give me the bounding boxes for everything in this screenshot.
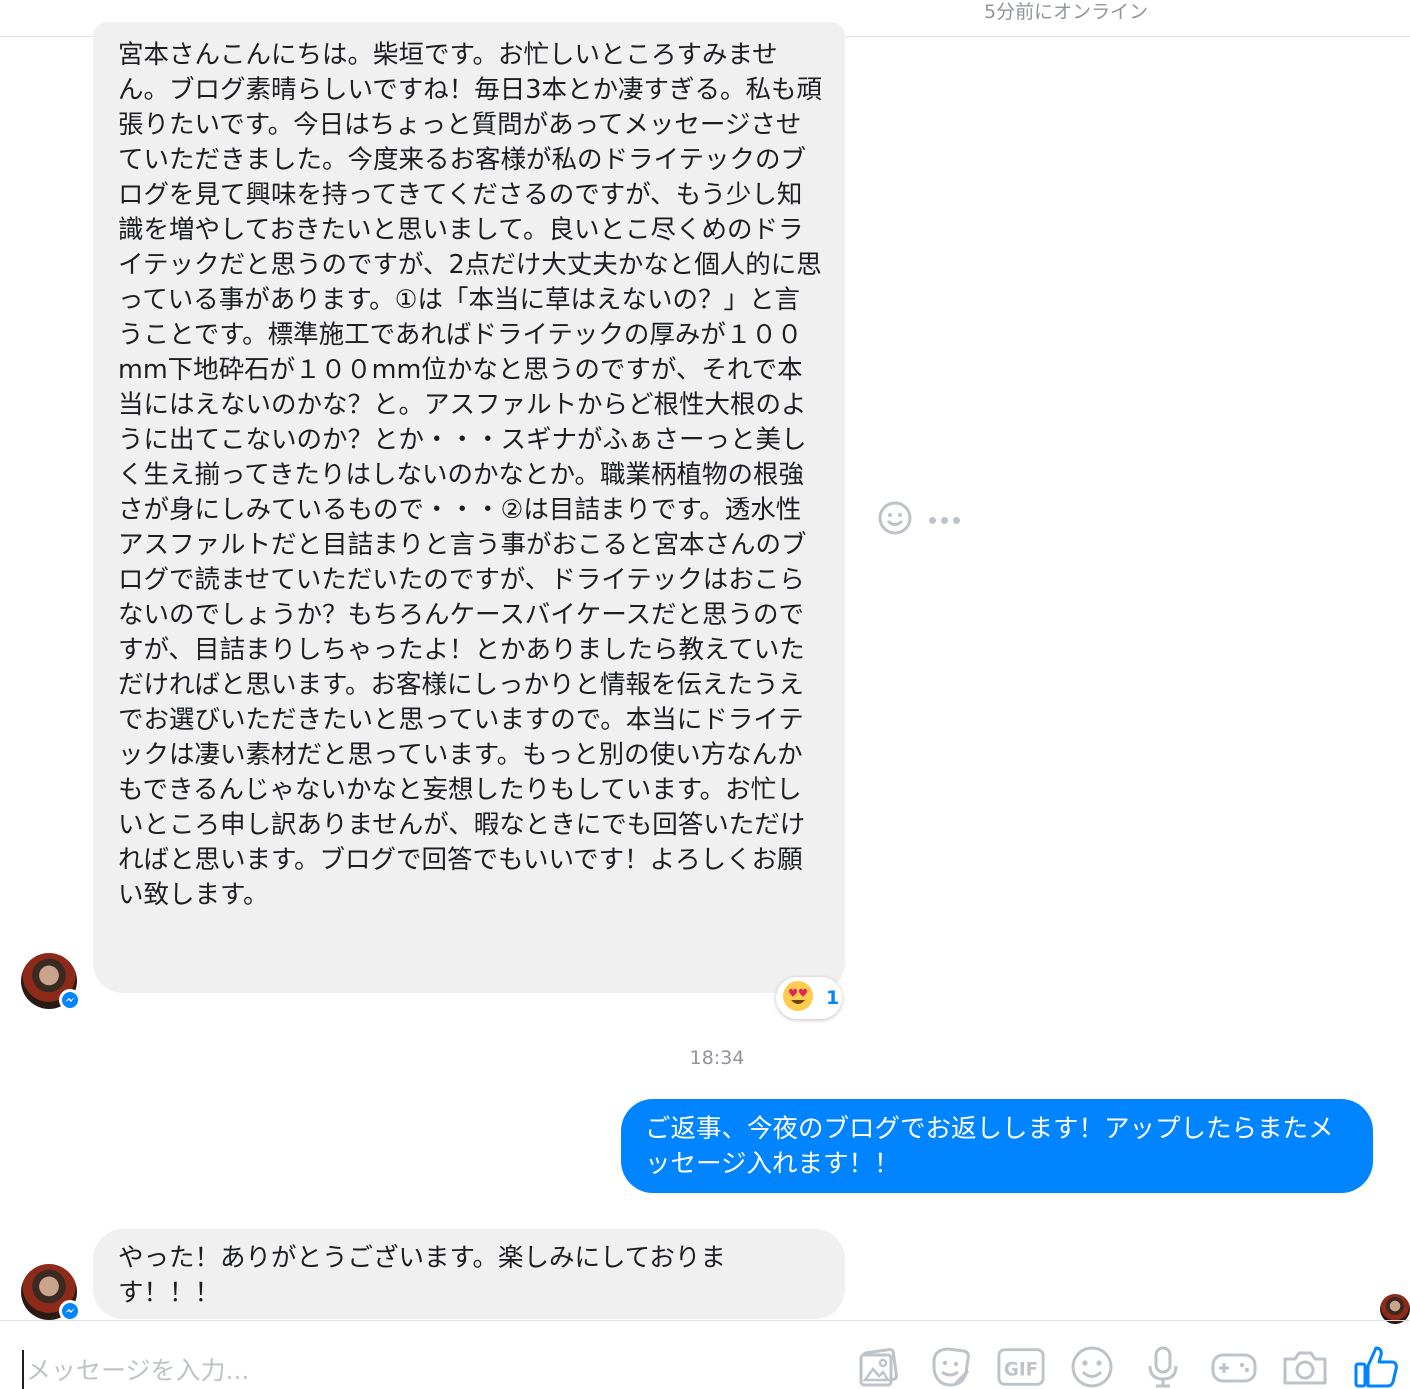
camera-icon[interactable] [1281, 1343, 1329, 1389]
composer-toolbar: GIF [855, 1343, 1400, 1389]
sticker-icon[interactable] [926, 1343, 974, 1389]
timestamp: 18:34 [689, 1047, 745, 1069]
reaction-badge[interactable]: 1 [776, 977, 842, 1019]
more-options-icon[interactable] [929, 516, 960, 524]
reaction-count: 1 [826, 987, 840, 1009]
emoji-icon[interactable] [1068, 1343, 1116, 1389]
image-icon[interactable] [855, 1343, 903, 1389]
messenger-badge-icon [59, 989, 81, 1011]
messenger-badge-icon [59, 1300, 81, 1322]
message-actions [877, 500, 960, 540]
incoming-message-short[interactable]: やった！ありがとうございます。楽しみにしております！！！ [93, 1229, 845, 1319]
avatar[interactable] [21, 953, 81, 1011]
message-input[interactable] [22, 1350, 822, 1389]
gif-label: GIF [1004, 1360, 1038, 1381]
incoming-message-long[interactable]: 宮本さんこんにちは。柴垣です。お忙しいところすみません。ブログ素晴らしいですね！… [93, 22, 845, 993]
outgoing-message[interactable]: ご返事、今夜のブログでお返しします！アップしたらまたメッセージ入れます！！ [621, 1099, 1373, 1193]
microphone-icon[interactable] [1139, 1343, 1187, 1389]
heart-eyes-icon [782, 980, 814, 1016]
online-status: 5分前にオンライン [984, 1, 1149, 23]
game-controller-icon[interactable] [1210, 1343, 1258, 1389]
composer-divider [0, 1320, 1410, 1321]
thumbs-up-icon[interactable] [1352, 1343, 1400, 1389]
emoji-react-icon[interactable] [877, 500, 913, 540]
gif-icon[interactable]: GIF [997, 1343, 1045, 1389]
avatar[interactable] [21, 1264, 81, 1322]
